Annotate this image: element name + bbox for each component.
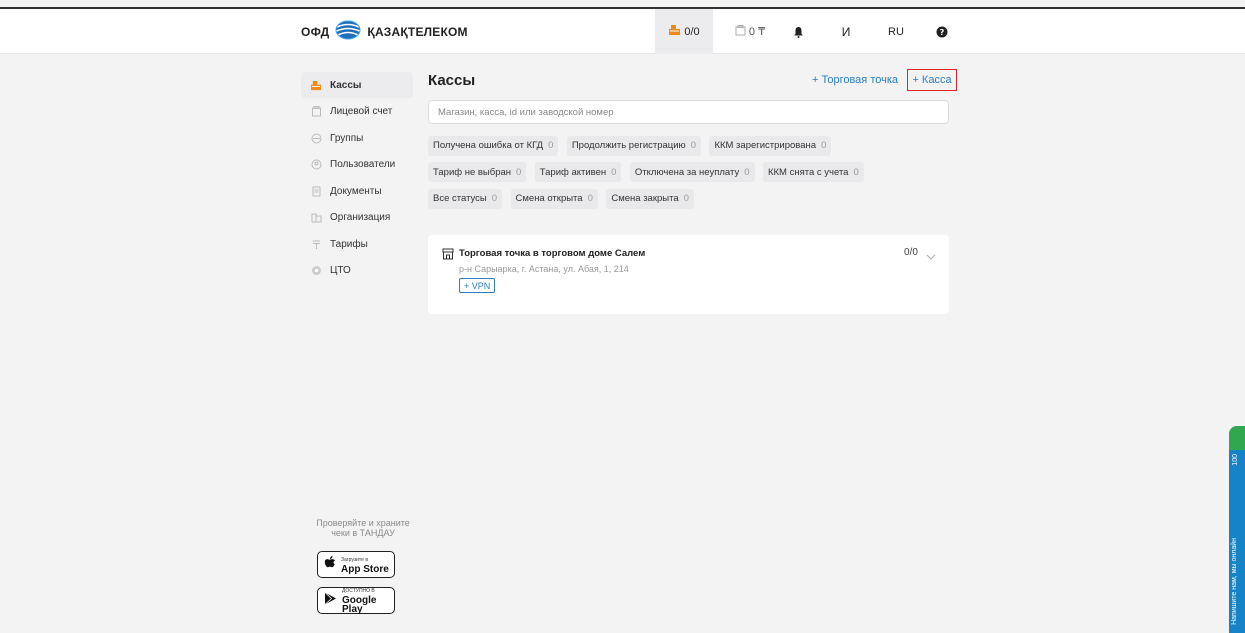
add-vpn-button[interactable]: + VPN bbox=[459, 278, 496, 293]
filter-chip-disabled-nonpayment[interactable]: Отключена за неуплату 0 bbox=[629, 162, 755, 182]
chip-label: Продолжить регистрацию bbox=[571, 140, 686, 151]
chip-label: Смена закрыта bbox=[611, 193, 679, 204]
chip-count: 0 bbox=[516, 166, 522, 178]
sidebar-item-groups[interactable]: Группы bbox=[301, 125, 413, 151]
filter-chip-shift-closed[interactable]: Смена закрыта 0 bbox=[606, 188, 694, 209]
account-icon bbox=[310, 106, 322, 118]
users-icon bbox=[310, 159, 322, 171]
header-kassa-counter[interactable]: 0/0 bbox=[655, 9, 713, 54]
page-title: Кассы bbox=[428, 72, 476, 89]
header-balance[interactable]: 0 ₸ bbox=[726, 9, 774, 54]
documents-icon bbox=[310, 185, 322, 197]
filter-chip-kkm-deregistered[interactable]: ККМ снята с учета 0 bbox=[762, 162, 864, 182]
chip-count: 0 bbox=[683, 193, 689, 204]
sidebar-item-kassy[interactable]: Кассы bbox=[301, 72, 413, 98]
kassa-count: 0/0 bbox=[684, 25, 700, 38]
filter-chip-continue-registration[interactable]: Продолжить регистрацию 0 bbox=[566, 135, 701, 156]
filter-chip-kkm-registered[interactable]: ККМ зарегистрирована 0 bbox=[709, 135, 832, 156]
cash-register-icon bbox=[668, 24, 681, 39]
promo-line-1: Проверяйте и храните bbox=[316, 518, 410, 528]
gplay-big-text: Google Play bbox=[342, 595, 377, 615]
chip-label: Тариф не выбран bbox=[433, 166, 512, 178]
chip-count: 0 bbox=[587, 193, 593, 204]
search-input[interactable] bbox=[428, 100, 949, 124]
outlet-card[interactable]: Торговая точка в торговом доме Салем р-н… bbox=[428, 235, 949, 314]
chip-count: 0 bbox=[853, 166, 859, 178]
google-play-icon bbox=[324, 591, 337, 610]
store-icon bbox=[442, 247, 454, 265]
service-center-icon bbox=[310, 265, 322, 277]
chip-label: ККМ зарегистрирована bbox=[714, 140, 817, 151]
chip-label: Тариф активен bbox=[539, 166, 607, 178]
sidebar-item-organization[interactable]: Организация bbox=[301, 205, 413, 231]
chevron-down-icon[interactable] bbox=[926, 248, 936, 266]
sidebar-item-label: Организация bbox=[330, 212, 391, 223]
groups-icon bbox=[310, 132, 322, 144]
chip-label: Смена открыта bbox=[515, 193, 583, 204]
chip-count: 0 bbox=[491, 193, 498, 204]
sidebar-item-label: Документы bbox=[330, 185, 382, 197]
sidebar-item-label: Пользователи bbox=[330, 159, 396, 170]
add-kassa-link[interactable]: + Касса bbox=[907, 69, 957, 91]
add-outlet-link[interactable]: + Торговая точка bbox=[812, 74, 898, 86]
sidebar-item-documents[interactable]: Документы bbox=[301, 178, 413, 204]
svg-text:?: ? bbox=[940, 28, 945, 37]
sidebar-item-cto[interactable]: ЦТО bbox=[301, 258, 413, 284]
promo-line-2: чеки в ТАНДАУ bbox=[331, 528, 395, 538]
sidebar-item-label: Тарифы bbox=[330, 238, 368, 250]
apple-icon bbox=[324, 555, 336, 574]
help-icon[interactable]: ? bbox=[930, 9, 954, 54]
language-switcher[interactable]: RU bbox=[884, 9, 908, 54]
globe-icon bbox=[335, 20, 361, 45]
sidebar-item-account[interactable]: Лицевой счет bbox=[301, 99, 413, 125]
support-chat-tab[interactable]: 100 Напишите нам, мы онлайн bbox=[1229, 426, 1245, 633]
cash-register-icon bbox=[310, 79, 322, 91]
chip-count: 0 bbox=[611, 166, 617, 178]
chip-count: 0 bbox=[744, 166, 750, 178]
logo-company-name: ҚАЗАҚТЕЛЕКОМ bbox=[367, 25, 468, 39]
outlet-kassa-count: 0/0 bbox=[904, 247, 918, 258]
chip-count: 0 bbox=[548, 140, 554, 151]
wallet-icon bbox=[735, 24, 746, 39]
user-menu[interactable]: И bbox=[834, 9, 858, 54]
logo-ofd-text: ОФД bbox=[301, 25, 330, 39]
outlet-title: Торговая точка в торговом доме Салем bbox=[459, 248, 646, 259]
appstore-big-text: App Store bbox=[341, 563, 389, 575]
filter-chip-kgd-error[interactable]: Получена ошибка от КГД 0 bbox=[428, 135, 559, 156]
sidebar-item-label: ЦТО bbox=[330, 265, 351, 276]
filter-chip-shift-open[interactable]: Смена открыта 0 bbox=[510, 188, 598, 209]
status-filter-chips: Получена ошибка от КГД 0 Продолжить регис… bbox=[428, 135, 938, 215]
tandau-promo-text: Проверяйте и храните чеки в ТАНДАУ bbox=[311, 518, 415, 538]
sidebar-nav: Кассы Лицевой счет Группы Пользователи Д… bbox=[301, 72, 413, 284]
support-chat-text: Напишите нам, мы онлайн bbox=[1231, 538, 1238, 625]
chip-label: Все статусы bbox=[433, 193, 487, 204]
sidebar-item-label: Кассы bbox=[330, 79, 362, 91]
outlet-address: р-н Сарыарка, г. Астана, ул. Абая, 1, 21… bbox=[459, 264, 629, 274]
tariffs-icon bbox=[310, 238, 322, 250]
sidebar-item-label: Группы bbox=[330, 132, 364, 144]
app-store-button[interactable]: Загрузите в App Store bbox=[317, 551, 395, 578]
online-indicator bbox=[1229, 426, 1245, 450]
top-header: ОФД ҚАЗАҚТЕЛЕКОМ 0/0 0 ₸ И RU ? bbox=[0, 9, 1245, 54]
logo[interactable]: ОФД ҚАЗАҚТЕЛЕКОМ bbox=[301, 20, 468, 45]
sidebar-item-users[interactable]: Пользователи bbox=[301, 152, 413, 178]
filter-chip-tariff-not-selected[interactable]: Тариф не выбран 0 bbox=[428, 162, 527, 182]
sidebar-item-label: Лицевой счет bbox=[330, 106, 393, 117]
chip-count: 0 bbox=[821, 140, 827, 151]
filter-chip-tariff-active[interactable]: Тариф активен 0 bbox=[534, 162, 622, 182]
balance-value: 0 ₸ bbox=[748, 26, 766, 38]
online-badge-text: 100 bbox=[1232, 454, 1239, 466]
chip-count: 0 bbox=[690, 140, 696, 151]
chip-label: ККМ снята с учета bbox=[767, 166, 849, 178]
filter-chip-all-statuses[interactable]: Все статусы 0 bbox=[428, 188, 503, 209]
notifications-bell-icon[interactable] bbox=[786, 9, 810, 54]
organization-icon bbox=[310, 212, 322, 224]
sidebar-item-tariffs[interactable]: Тарифы bbox=[301, 231, 413, 257]
google-play-button[interactable]: ДОСТУПНО В Google Play bbox=[317, 587, 395, 615]
chip-label: Получена ошибка от КГД bbox=[433, 140, 544, 151]
chip-label: Отключена за неуплату bbox=[634, 166, 740, 178]
